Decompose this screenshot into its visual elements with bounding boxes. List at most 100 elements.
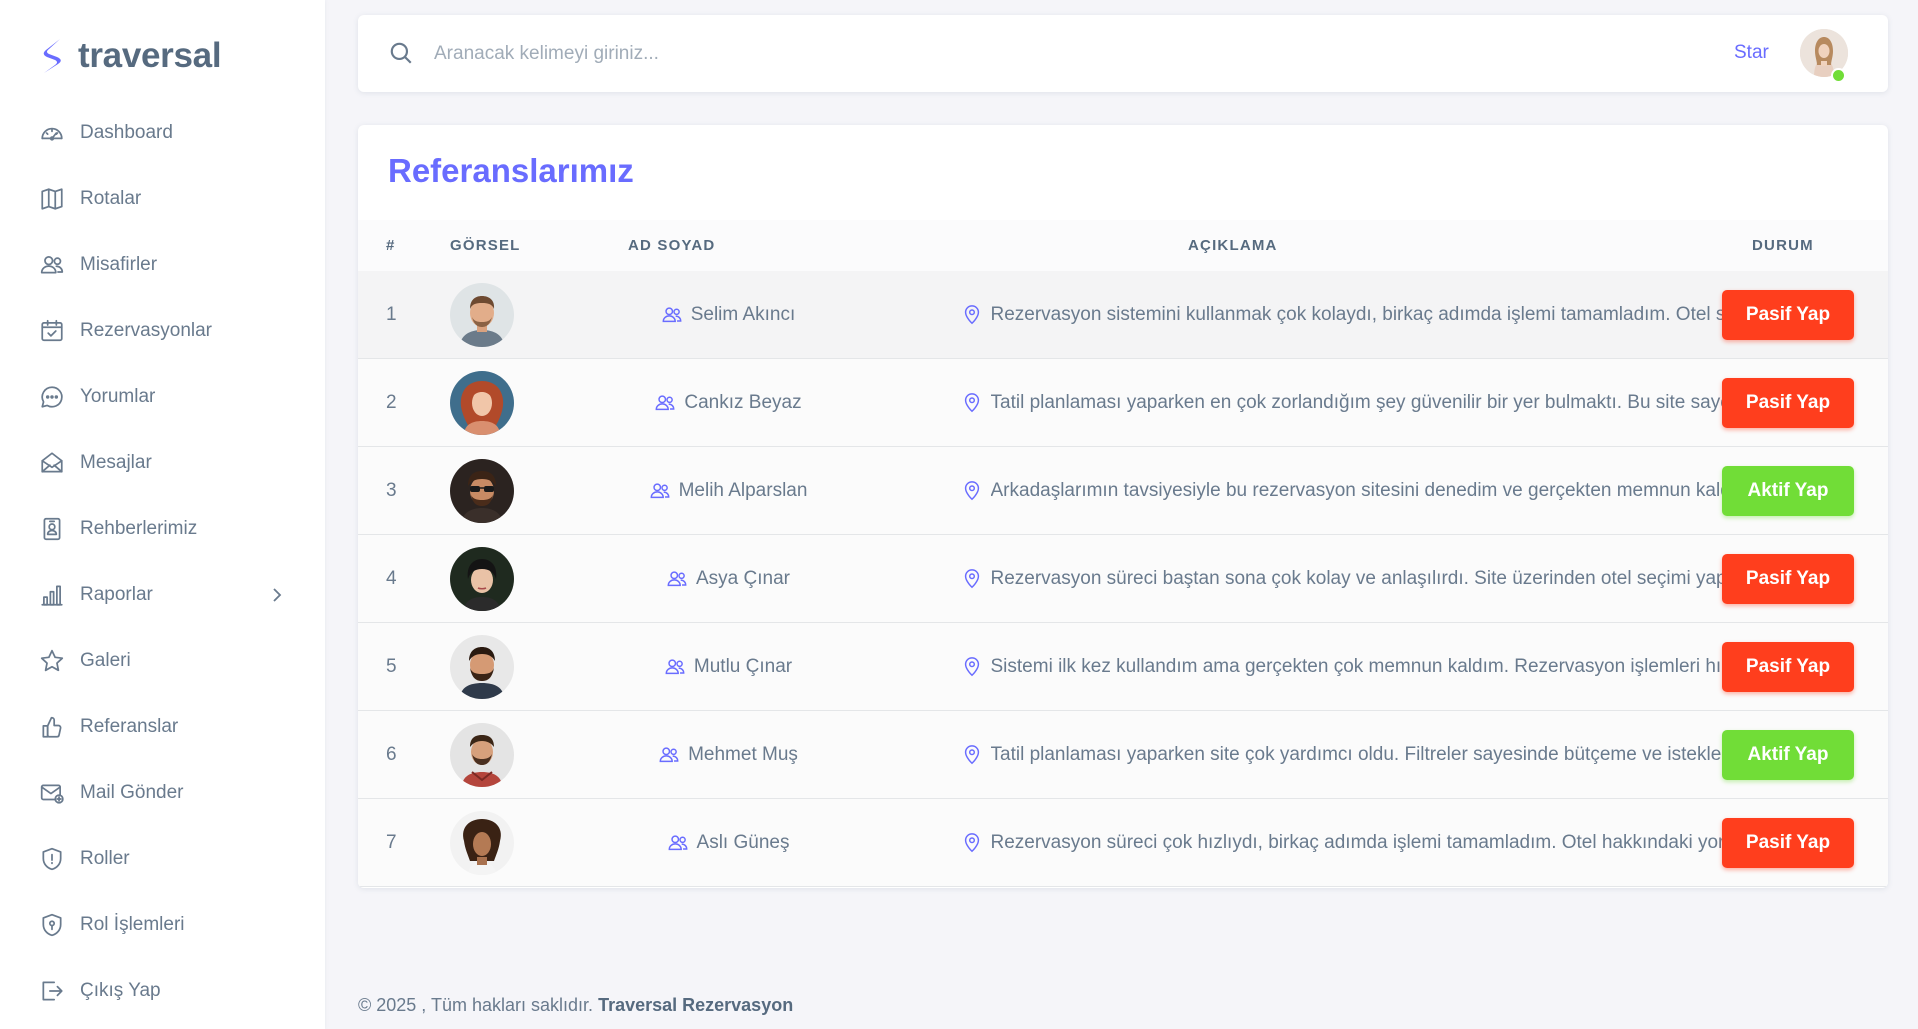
reference-description-text: Rezervasyon süreci çok hızlıydı, birkaç … (990, 832, 1751, 853)
sidebar-item-rol-islemleri[interactable]: Rol İşlemleri (0, 892, 325, 958)
sidebar-item-galeri[interactable]: Galeri (0, 628, 325, 694)
sidebar-item-misafirler[interactable]: Misafirler (0, 232, 325, 298)
row-number: 3 (386, 480, 397, 501)
table-row: 7 Aslı Güneş Rezervasyon süreci çok hızl… (358, 799, 1888, 887)
brand-logo-icon (43, 39, 61, 73)
footer-brand[interactable]: Traversal Rezervasyon (598, 995, 793, 1015)
reference-photo (450, 811, 514, 875)
sidebar-item-label: Referanslar (80, 716, 179, 737)
reference-name-text: Aslı Güneş (696, 832, 790, 853)
bar-chart-icon (38, 581, 66, 609)
table-body: 1 Selim Akıncı Rezervasyon sistemini kul… (358, 271, 1888, 887)
row-number: 1 (386, 304, 397, 325)
brand[interactable]: traversal (38, 36, 222, 76)
column-header-number: # (386, 237, 396, 254)
sidebar-item-rotalar[interactable]: Rotalar (0, 166, 325, 232)
footer: © 2025 , Tüm hakları saklıdır. Traversal… (358, 995, 793, 1016)
map-pin-icon (961, 832, 983, 854)
reference-name-text: Selim Akıncı (690, 304, 796, 325)
reference-description-text: Sistemi ilk kez kullandım ama gerçekten … (990, 656, 1751, 677)
sidebar-item-label: Çıkış Yap (80, 980, 161, 1001)
online-status-dot (1831, 68, 1846, 83)
sidebar-item-mail-gonder[interactable]: Mail Gönder (0, 760, 325, 826)
sidebar-item-cikis-yap[interactable]: Çıkış Yap (0, 958, 325, 1024)
sidebar-item-label: Yorumlar (80, 386, 156, 407)
search-icon[interactable] (388, 40, 414, 66)
user-avatar[interactable] (1800, 29, 1848, 83)
logout-icon (38, 977, 66, 1005)
brand-name: traversal (78, 36, 222, 75)
users-icon (664, 656, 686, 678)
deactivate-button[interactable]: Pasif Yap (1722, 554, 1854, 604)
sidebar-item-roller[interactable]: Roller (0, 826, 325, 892)
mail-plus-icon (38, 779, 66, 807)
table-header: # GÖRSEL AD SOYAD AÇIKLAMA DURUM (358, 220, 1888, 272)
sidebar-item-label: Galeri (80, 650, 131, 671)
row-number: 7 (386, 832, 397, 853)
chat-icon (38, 383, 66, 411)
reference-description-text: Arkadaşlarımın tavsiyesiyle bu rezervasy… (990, 480, 1751, 501)
sidebar-menu: Dashboard Rotalar Misafirler Rezervasyon… (0, 100, 325, 1024)
thumbs-up-icon (38, 713, 66, 741)
row-number: 6 (386, 744, 397, 765)
users-icon (667, 832, 689, 854)
map-pin-icon (961, 392, 983, 414)
table-row: 1 Selim Akıncı Rezervasyon sistemini kul… (358, 271, 1888, 359)
table-row: 3 Melih Alparslan Arkadaşlarımın tavsiye… (358, 447, 1888, 535)
deactivate-button[interactable]: Pasif Yap (1722, 378, 1854, 428)
row-number: 5 (386, 656, 397, 677)
users-icon (649, 480, 671, 502)
reference-description: Rezervasyon sistemini kullanmak çok kola… (838, 271, 1873, 359)
sidebar-item-label: Mail Gönder (80, 782, 184, 803)
reference-description: Tatil planlaması yaparken en çok zorland… (838, 359, 1873, 447)
row-number: 4 (386, 568, 397, 589)
sidebar-item-raporlar[interactable]: Raporlar (0, 562, 325, 628)
reference-name-text: Asya Çınar (696, 568, 790, 589)
sidebar-item-mesajlar[interactable]: Mesajlar (0, 430, 325, 496)
star-link[interactable]: Star (1734, 42, 1769, 64)
reference-name-text: Cankız Beyaz (684, 392, 802, 413)
top-navbar: Star (358, 15, 1888, 92)
map-pin-icon (961, 304, 983, 326)
row-number: 2 (386, 392, 397, 413)
reference-description: Sistemi ilk kez kullandım ama gerçekten … (838, 623, 1873, 711)
table-row: 2 Cankız Beyaz Tatil planlaması yaparken… (358, 359, 1888, 447)
sidebar-item-label: Raporlar (80, 584, 153, 605)
reference-photo (450, 283, 514, 347)
deactivate-button[interactable]: Pasif Yap (1722, 818, 1854, 868)
deactivate-button[interactable]: Pasif Yap (1722, 642, 1854, 692)
activate-button[interactable]: Aktif Yap (1722, 730, 1854, 780)
users-icon (661, 304, 683, 326)
column-header-image: GÖRSEL (450, 237, 521, 254)
sidebar-item-dashboard[interactable]: Dashboard (0, 100, 325, 166)
reference-name-text: Melih Alparslan (678, 480, 808, 501)
envelope-open-icon (38, 449, 66, 477)
footer-copyright: © 2025 , Tüm hakları saklıdır. (358, 995, 594, 1015)
activate-button[interactable]: Aktif Yap (1722, 466, 1854, 516)
calendar-check-icon (38, 317, 66, 345)
shield-icon (38, 845, 66, 873)
page-title: Referanslarımız (388, 152, 634, 189)
users-icon (654, 392, 676, 414)
reference-description: Rezervasyon süreci baştan sona çok kolay… (838, 535, 1873, 623)
reference-photo (450, 459, 514, 523)
column-header-description: AÇIKLAMA (1188, 237, 1278, 254)
reference-description: Arkadaşlarımın tavsiyesiyle bu rezervasy… (838, 447, 1873, 535)
reference-photo (450, 547, 514, 611)
sidebar-item-rezervasyonlar[interactable]: Rezervasyonlar (0, 298, 325, 364)
search-input[interactable] (432, 35, 1336, 73)
column-header-name: AD SOYAD (628, 237, 716, 254)
users-icon (38, 251, 66, 279)
users-icon (658, 744, 680, 766)
sidebar-item-referanslar[interactable]: Referanslar (0, 694, 325, 760)
reference-description: Rezervasyon süreci çok hızlıydı, birkaç … (838, 799, 1873, 887)
reference-photo (450, 723, 514, 787)
reference-description-text: Rezervasyon süreci baştan sona çok kolay… (990, 568, 1751, 589)
map-pin-icon (961, 568, 983, 590)
reference-name-text: Mutlu Çınar (693, 656, 793, 677)
sidebar-item-yorumlar[interactable]: Yorumlar (0, 364, 325, 430)
sidebar-item-rehberlerimiz[interactable]: Rehberlerimiz (0, 496, 325, 562)
dashboard-icon (38, 119, 66, 147)
chevron-right-icon (267, 585, 287, 605)
deactivate-button[interactable]: Pasif Yap (1722, 290, 1854, 340)
